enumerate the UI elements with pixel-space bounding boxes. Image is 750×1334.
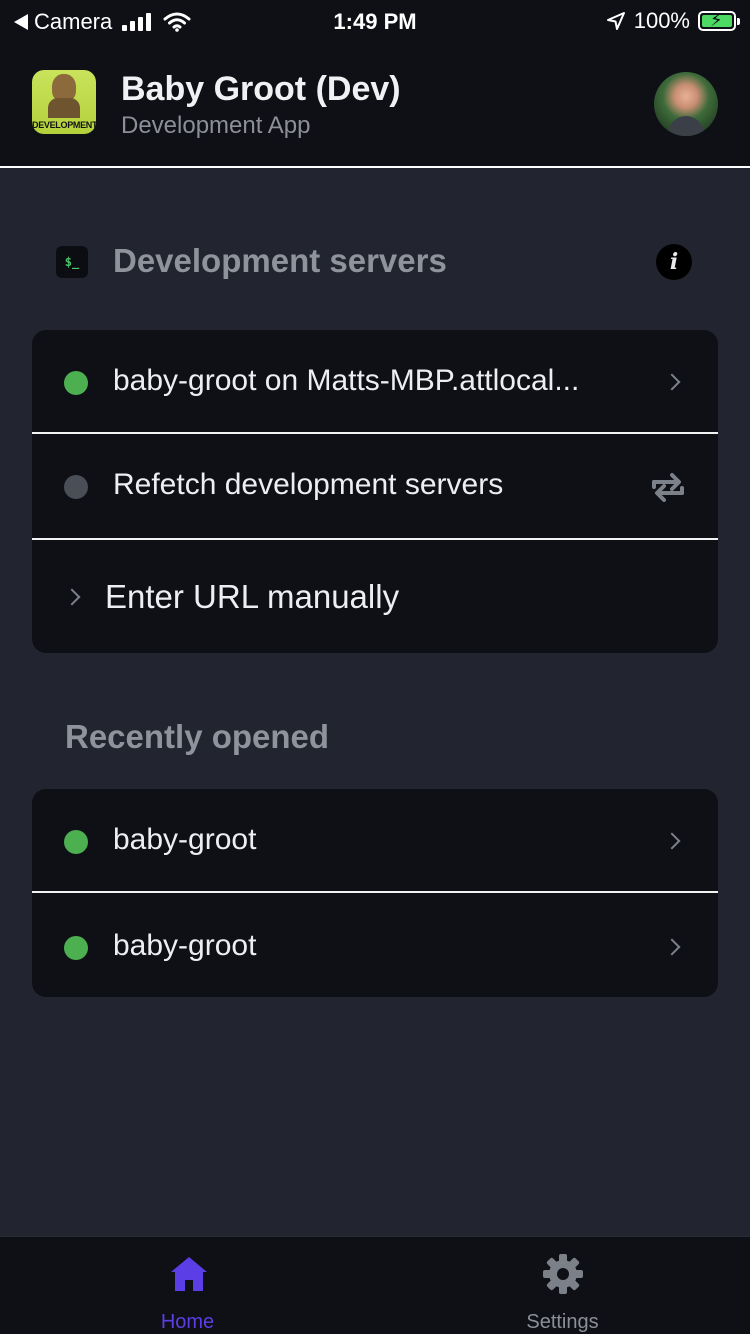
terminal-icon: $_: [56, 246, 88, 278]
battery-icon: ⚡: [698, 10, 740, 31]
app-header: DEVELOPMENT Baby Groot (Dev) Development…: [0, 40, 750, 168]
tab-home-label: Home: [160, 1311, 215, 1333]
recent-project-row[interactable]: baby-groot: [32, 789, 718, 893]
enter-url-row[interactable]: Enter URL manually: [32, 540, 718, 653]
status-dot: [64, 936, 88, 960]
status-bar: Camera 1:49 PM 100% ⚡: [0, 0, 750, 40]
tab-bar: Home Settings: [0, 1236, 750, 1334]
refetch-label: Refetch development servers: [113, 468, 504, 501]
recently-opened-card: baby-groot baby-groot: [32, 789, 718, 997]
app-icon-label: DEVELOPMENT: [32, 120, 96, 130]
battery-percent: 100%: [633, 8, 690, 33]
status-dot: [64, 830, 88, 854]
dev-server-label: baby-groot on Matts-MBP.attlocal...: [113, 364, 580, 397]
status-dot: [64, 475, 88, 499]
recent-project-label: baby-groot: [113, 929, 257, 962]
chevron-right-icon: [663, 832, 681, 850]
section-title-recently-opened: Recently opened: [65, 718, 330, 755]
section-title-dev-servers: Development servers: [113, 242, 447, 279]
refetch-servers-row[interactable]: Refetch development servers: [32, 434, 718, 540]
tab-settings[interactable]: Settings: [375, 1237, 750, 1334]
home-icon: [171, 1257, 207, 1291]
app-title: Baby Groot (Dev): [121, 70, 401, 108]
dev-server-row[interactable]: baby-groot on Matts-MBP.attlocal...: [32, 330, 718, 434]
tab-home[interactable]: Home: [0, 1237, 375, 1334]
chevron-right-icon: [663, 373, 681, 391]
avatar[interactable]: [654, 72, 718, 136]
app-icon: DEVELOPMENT: [32, 70, 96, 134]
recent-project-label: baby-groot: [113, 823, 257, 856]
screen: Camera 1:49 PM 100% ⚡ DEVELOPMENT Baby G…: [0, 0, 750, 1334]
chevron-right-icon: [663, 938, 681, 956]
enter-url-label: Enter URL manually: [105, 578, 400, 615]
charging-bolt-icon: ⚡: [710, 10, 723, 30]
recent-project-row[interactable]: baby-groot: [32, 893, 718, 997]
chevron-right-icon: [63, 588, 81, 606]
location-arrow-icon: [606, 12, 625, 30]
status-dot: [64, 371, 88, 395]
dev-servers-card: baby-groot on Matts-MBP.attlocal... Refe…: [32, 330, 718, 653]
refresh-icon[interactable]: [648, 467, 688, 507]
gear-icon: [543, 1254, 583, 1294]
app-subtitle: Development App: [121, 112, 311, 139]
tab-settings-label: Settings: [526, 1311, 599, 1333]
info-icon[interactable]: i: [656, 244, 692, 280]
